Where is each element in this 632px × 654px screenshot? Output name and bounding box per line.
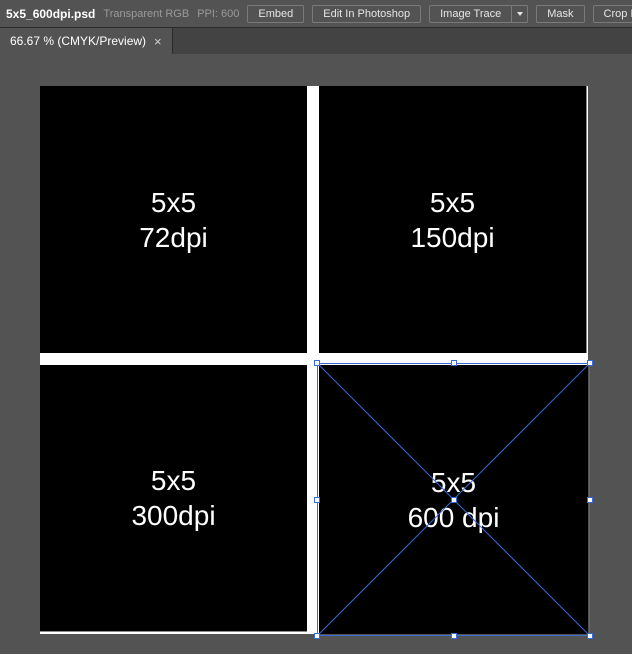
chevron-down-icon xyxy=(516,10,524,18)
ppi-value: 600 xyxy=(221,8,239,20)
quad-subtitle: 300dpi xyxy=(131,498,215,533)
ppi-label: PPI: 600 xyxy=(197,8,239,20)
quad-title: 5x5 xyxy=(151,185,196,220)
selection-handle-e[interactable] xyxy=(587,497,593,503)
image-trace-split-button: Image Trace xyxy=(429,5,528,23)
quadrant-300dpi: 5x5 300dpi xyxy=(40,365,307,632)
quad-title: 5x5 xyxy=(151,463,196,498)
quad-subtitle: 150dpi xyxy=(410,220,494,255)
quad-subtitle: 600 dpi xyxy=(408,500,500,535)
quad-subtitle: 72dpi xyxy=(139,220,208,255)
selection-handle-s[interactable] xyxy=(451,633,457,639)
quadrant-72dpi: 5x5 72dpi xyxy=(40,86,307,353)
artboard: 5x5 72dpi 5x5 150dpi 5x5 300dpi 5x5 600 … xyxy=(40,86,588,634)
color-mode-label: Transparent RGB xyxy=(103,8,189,20)
selection-handle-se[interactable] xyxy=(587,633,593,639)
options-bar: 5x5_600dpi.psd Transparent RGB PPI: 600 … xyxy=(0,0,632,28)
quad-title: 5x5 xyxy=(431,465,476,500)
selection-handle-w[interactable] xyxy=(314,497,320,503)
document-tab[interactable]: 66.67 % (CMYK/Preview) × xyxy=(0,28,173,54)
close-tab-button[interactable]: × xyxy=(154,34,162,49)
linked-file-name: 5x5_600dpi.psd xyxy=(6,7,95,21)
crop-image-button[interactable]: Crop Imag xyxy=(593,5,632,23)
mask-button[interactable]: Mask xyxy=(536,5,584,23)
selection-handle-center[interactable] xyxy=(451,497,457,503)
selection-handle-nw[interactable] xyxy=(314,360,320,366)
quad-title: 5x5 xyxy=(430,185,475,220)
image-trace-dropdown[interactable] xyxy=(512,5,528,23)
document-tab-bar: 66.67 % (CMYK/Preview) × xyxy=(0,28,632,54)
selection-handle-ne[interactable] xyxy=(587,360,593,366)
edit-in-photoshop-button[interactable]: Edit In Photoshop xyxy=(312,5,421,23)
image-trace-button[interactable]: Image Trace xyxy=(429,5,512,23)
ppi-label-text: PPI: xyxy=(197,8,218,20)
quadrant-150dpi: 5x5 150dpi xyxy=(319,86,587,353)
document-tab-label: 66.67 % (CMYK/Preview) xyxy=(10,34,146,48)
selection-handle-sw[interactable] xyxy=(314,633,320,639)
canvas-workspace[interactable]: 5x5 72dpi 5x5 150dpi 5x5 300dpi 5x5 600 … xyxy=(0,54,632,654)
embed-button[interactable]: Embed xyxy=(247,5,304,23)
selection-handle-n[interactable] xyxy=(451,360,457,366)
